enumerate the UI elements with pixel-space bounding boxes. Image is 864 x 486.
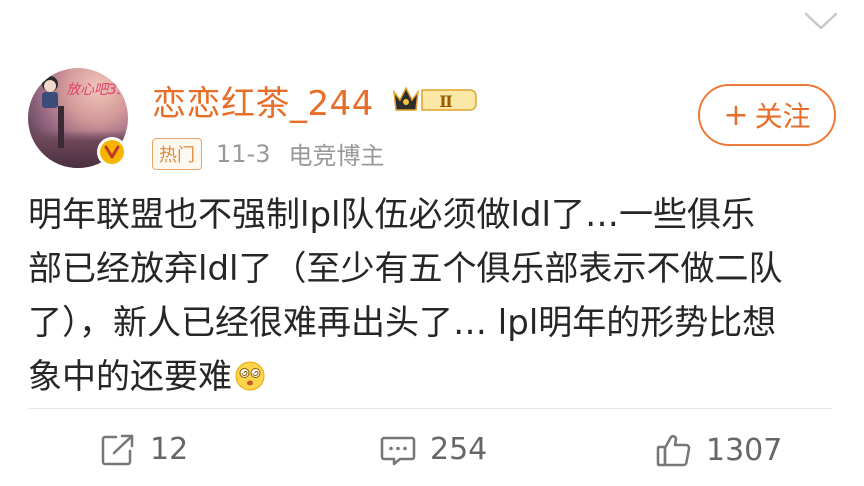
post-content: 明年联盟也不强制lpl队伍必须做ldl了…一些俱乐 部已经放弃ldl了（至少有五…: [28, 188, 838, 404]
content-line-text: 象中的还要难: [28, 357, 232, 397]
post-date: 11-3: [216, 139, 271, 168]
avatar-figure: [42, 76, 58, 108]
repost-icon: [101, 434, 134, 465]
svg-text:放心吧333: 放心吧333: [66, 82, 120, 98]
repost-count: 12: [150, 432, 189, 467]
username[interactable]: 恋恋红茶_244: [152, 76, 374, 125]
hot-tag: 热门: [152, 137, 202, 170]
verified-badge-icon: [97, 137, 127, 167]
content-line-last: 象中的还要难: [28, 350, 838, 404]
thumbs-up-icon: [656, 435, 691, 467]
like-button[interactable]: 1307: [656, 432, 782, 468]
comment-button[interactable]: 254: [380, 432, 487, 467]
like-count: 1307: [706, 432, 783, 468]
post-meta: 热门 11-3 电竞博主: [152, 136, 384, 171]
chevron-down-icon[interactable]: [802, 6, 840, 34]
dizzy-face-emoji-icon: [235, 361, 265, 391]
content-line: 部已经放弃ldl了（至少有五个俱乐部表示不做二队: [28, 249, 783, 289]
follow-button[interactable]: + 关注: [698, 84, 836, 146]
avatar-tower: [58, 106, 64, 148]
repost-button[interactable]: 12: [100, 432, 188, 467]
avatar-scribble-text: 放心吧333: [66, 82, 120, 98]
plus-icon: +: [723, 97, 749, 133]
comment-icon: [380, 436, 416, 465]
follow-label: 关注: [754, 100, 811, 133]
vip-level-text: Ⅱ: [439, 92, 452, 111]
content-line: 了），新人已经很难再出头了… lpl明年的形势比想: [28, 303, 777, 343]
divider: [28, 408, 832, 409]
content-line: 明年联盟也不强制lpl队伍必须做ldl了…一些俱乐: [28, 195, 755, 235]
author-role: 电竞博主: [288, 142, 385, 170]
comment-count: 254: [430, 432, 488, 467]
vip-level-badge-icon: Ⅱ: [392, 86, 477, 111]
